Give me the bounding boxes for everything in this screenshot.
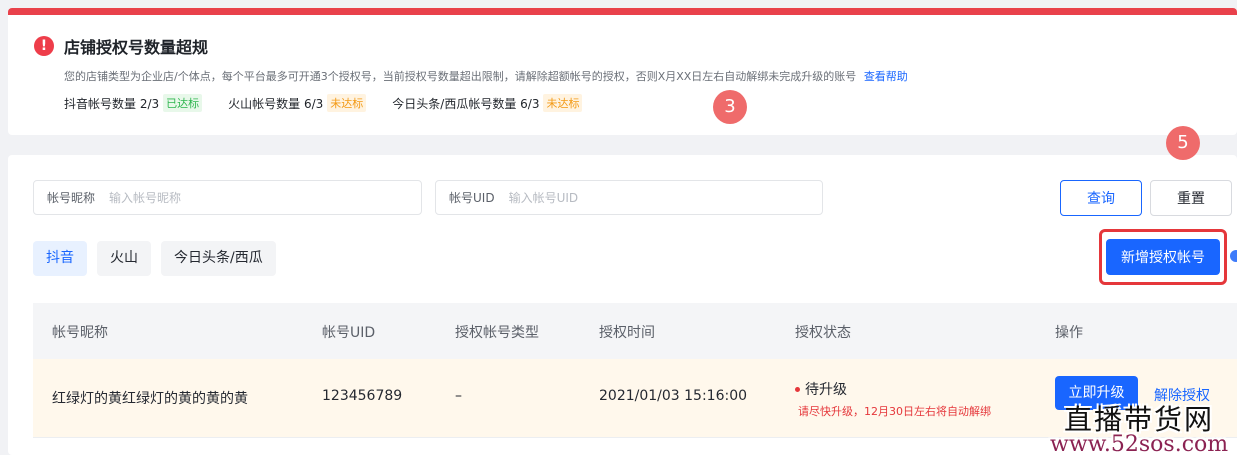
platform-counts: 抖音帐号数量 2/3 已达标 火山帐号数量 6/3 未达标 今日头条/西瓜帐号数… [64, 94, 583, 112]
status-tag: 未达标 [327, 94, 367, 112]
cell-status: 待升级 请尽快升级，12月30日左右将自动解绑 [795, 379, 991, 419]
help-link[interactable]: 查看帮助 [864, 70, 908, 83]
alert-title: 店铺授权号数量超规 [64, 38, 209, 57]
watermark-url: www.52sos.com [1050, 432, 1229, 455]
uid-label: 帐号UID [449, 191, 495, 205]
tab-huoshan[interactable]: 火山 [97, 241, 151, 276]
nickname-search-field[interactable]: 帐号昵称 [33, 180, 422, 215]
cell-type: – [455, 388, 462, 404]
alert-top-bar [8, 8, 1237, 15]
column-header: 授权帐号类型 [455, 325, 539, 341]
status-text: 待升级 [805, 382, 847, 398]
nickname-input[interactable] [109, 190, 310, 205]
table-header: 帐号昵称 帐号UID 授权帐号类型 授权时间 授权状态 操作 [33, 303, 1237, 359]
platform-tabs: 抖音 火山 今日头条/西瓜 [33, 241, 276, 276]
nickname-label: 帐号昵称 [47, 191, 96, 205]
query-button[interactable]: 查询 [1060, 180, 1142, 216]
count-label: 抖音帐号数量 2/3 [64, 96, 160, 111]
add-authorized-account-button[interactable]: 新增授权帐号 [1106, 239, 1220, 275]
quota-alert-card: ! 店铺授权号数量超规 您的店铺类型为企业店/个体点，每个平台最多可开通3个授权… [8, 8, 1237, 135]
status-dot-icon [795, 386, 800, 392]
count-huoshan: 火山帐号数量 6/3 未达标 [228, 94, 367, 112]
column-header: 授权时间 [599, 325, 655, 341]
scroll-indicator-dot [1230, 250, 1237, 262]
cell-uid: 123456789 [322, 388, 403, 404]
count-toutiao-xigua: 今日头条/西瓜帐号数量 6/3 未达标 [392, 94, 583, 112]
uid-input[interactable] [508, 190, 709, 205]
cell-time: 2021/01/03 15:16:00 [599, 388, 748, 404]
watermark: 直播带货网 www.52sos.com [1050, 398, 1228, 455]
tab-douyin[interactable]: 抖音 [33, 241, 87, 276]
status-note: 请尽快升级，12月30日左右将自动解绑 [798, 405, 991, 418]
uid-search-field[interactable]: 帐号UID [435, 180, 823, 215]
column-header: 帐号昵称 [52, 325, 108, 341]
column-header: 操作 [1055, 325, 1083, 341]
tab-toutiao-xigua[interactable]: 今日头条/西瓜 [161, 241, 276, 276]
exclamation-icon: ! [34, 36, 54, 56]
alert-description-text: 您的店铺类型为企业店/个体点，每个平台最多可开通3个授权号，当前授权号数量超出限… [64, 70, 857, 83]
count-label: 今日头条/西瓜帐号数量 6/3 [392, 96, 540, 111]
column-header: 帐号UID [322, 325, 376, 341]
status-tag: 已达标 [163, 94, 203, 112]
step-marker-5: 5 [1166, 126, 1200, 160]
cell-nickname: 红绿灯的黄红绿灯的黄的黄的黄 [52, 391, 248, 407]
status-tag: 未达标 [543, 94, 583, 112]
count-douyin: 抖音帐号数量 2/3 已达标 [64, 94, 203, 112]
column-header: 授权状态 [795, 325, 851, 341]
reset-button[interactable]: 重置 [1150, 180, 1232, 216]
step-marker-3: 3 [713, 90, 747, 124]
alert-description: 您的店铺类型为企业店/个体点，每个平台最多可开通3个授权号，当前授权号数量超出限… [64, 68, 908, 84]
status-main: 待升级 [795, 379, 991, 399]
count-label: 火山帐号数量 6/3 [228, 96, 324, 111]
